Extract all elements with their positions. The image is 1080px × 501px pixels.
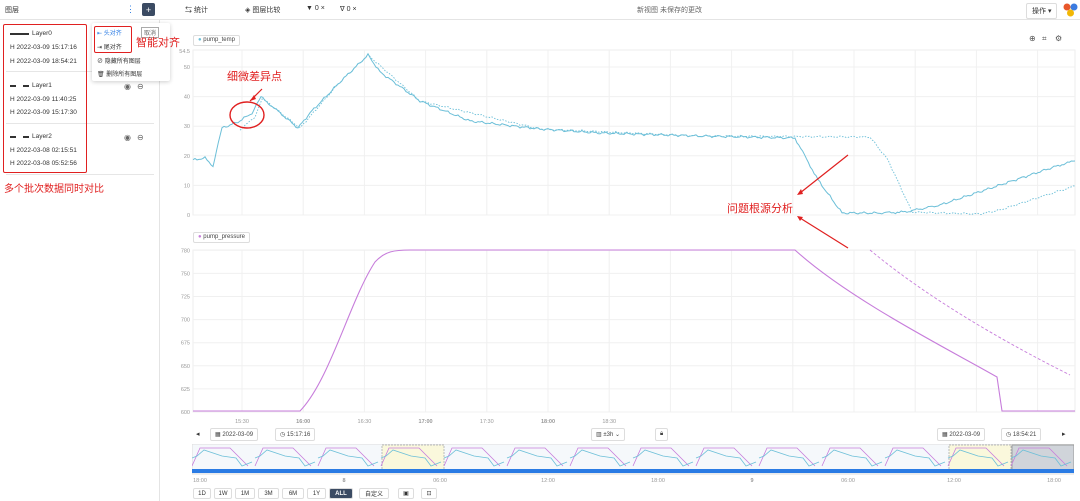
annotation-root-cause: 问题根源分析 (727, 203, 793, 215)
calendar-icon: ▦ (942, 432, 948, 438)
navigator-tick-label: 18:00 (651, 478, 665, 484)
y-tick-label: 780 (181, 248, 190, 254)
end-time-input[interactable]: ◷ 18:54:21 (1001, 428, 1042, 441)
navigator-tick-label: 06:00 (433, 478, 447, 484)
y-top-label: 54.5 (179, 49, 190, 55)
calendar-icon: ▦ (215, 432, 221, 438)
series-pump-temp-layer1 (239, 53, 1076, 215)
y-tick-label: 675 (181, 341, 190, 347)
y-tick-label: 0 (187, 213, 190, 219)
end-date-input[interactable]: ▦ 2022-03-09 (937, 428, 986, 441)
y-tick-label: 750 (181, 271, 190, 277)
cause-arrowhead-up (797, 189, 803, 195)
diff-circle (229, 101, 265, 129)
lock-button[interactable]: 🔒︎ (655, 428, 669, 441)
range-button-3M[interactable]: 3M (258, 488, 279, 499)
x-tick-label: 16:30 (358, 419, 372, 425)
x-tick-label: 18:00 (541, 419, 555, 425)
clock-icon: ◷ (1006, 432, 1012, 438)
start-time-input[interactable]: ◷ 15:17:16 (275, 428, 316, 441)
prev-arrow-icon[interactable]: ◂ (196, 430, 200, 438)
navigator-tick-label: 18:00 (1047, 478, 1061, 484)
x-tick-label: 17:30 (480, 419, 494, 425)
range-button-自定义[interactable]: 自定义 (359, 488, 389, 499)
cause-arrow-down (799, 217, 849, 249)
fullscreen-icon[interactable]: ⊡ (421, 488, 437, 499)
y-tick-label: 650 (181, 364, 190, 370)
series-pump-pressure-layer1 (869, 249, 1071, 376)
clock-icon: ◷ (280, 432, 286, 438)
navigator-tick-label: 8 (342, 478, 345, 484)
annotation-subtle-diff: 细微差异点 (227, 71, 282, 83)
legend-pump-pressure[interactable]: ● pump_pressure (193, 232, 250, 243)
y-tick-label: 725 (181, 295, 190, 301)
range-button-ALL[interactable]: ALL (329, 488, 353, 499)
y-tick-label: 10 (184, 183, 190, 189)
y-tick-label: 600 (181, 410, 190, 416)
range-button-1M[interactable]: 1M (235, 488, 255, 499)
series-pump-pressure-layer0 (193, 249, 1075, 412)
x-tick-label: 15:30 (235, 419, 249, 425)
y-tick-label: 700 (181, 318, 190, 324)
cause-arrowhead-down (797, 216, 803, 221)
zoom-select[interactable]: ▥ ±3h ⌄ (591, 428, 626, 441)
navigator-tick-label: 12:00 (947, 478, 961, 484)
start-date-input[interactable]: ▦ 2022-03-09 (210, 428, 259, 441)
y-tick-label: 40 (184, 95, 190, 101)
y-tick-label: 50 (184, 65, 190, 71)
x-tick-label: 17:00 (419, 419, 433, 425)
charts-svg: 0 10 20 30 40 50 54.5 600 625 650 675 700 725 750 780… (179, 49, 1076, 425)
lock-icon: 🔒︎ (660, 431, 664, 437)
range-button-6M[interactable]: 6M (282, 488, 304, 499)
navigator[interactable]: 18:00 8 06:00 12:00 18:00 9 06:00 12:00 18:00 (192, 444, 1074, 484)
y-tick-label: 20 (184, 154, 190, 160)
range-button-1W[interactable]: 1W (214, 488, 232, 499)
range-button-1Y[interactable]: 1Y (307, 488, 326, 499)
range-button-1D[interactable]: 1D (193, 488, 211, 499)
x-tick-label: 16:00 (296, 419, 310, 425)
navigator-selection[interactable] (1011, 444, 1074, 471)
y-tick-label: 30 (184, 124, 190, 130)
navigator-layer1-window (381, 444, 445, 471)
next-arrow-icon[interactable]: ▸ (1062, 430, 1066, 438)
legend-dot: ● (198, 234, 202, 240)
series-pump-temp-layer0 (192, 52, 1076, 215)
y-tick-label: 625 (181, 387, 190, 393)
navigator-tick-label: 18:00 (193, 478, 207, 484)
navigator-tick-label: 06:00 (841, 478, 855, 484)
navigator-tick-label: 9 (750, 478, 753, 484)
zoom-range-icon: ▥ (596, 432, 602, 438)
navigator-tick-label: 12:00 (541, 478, 555, 484)
navigator-layer2-window (948, 444, 1012, 471)
navigator-scrollbar[interactable] (192, 469, 1074, 473)
export-image-icon[interactable]: ▣ (398, 488, 414, 499)
x-tick-label: 18:30 (602, 419, 616, 425)
